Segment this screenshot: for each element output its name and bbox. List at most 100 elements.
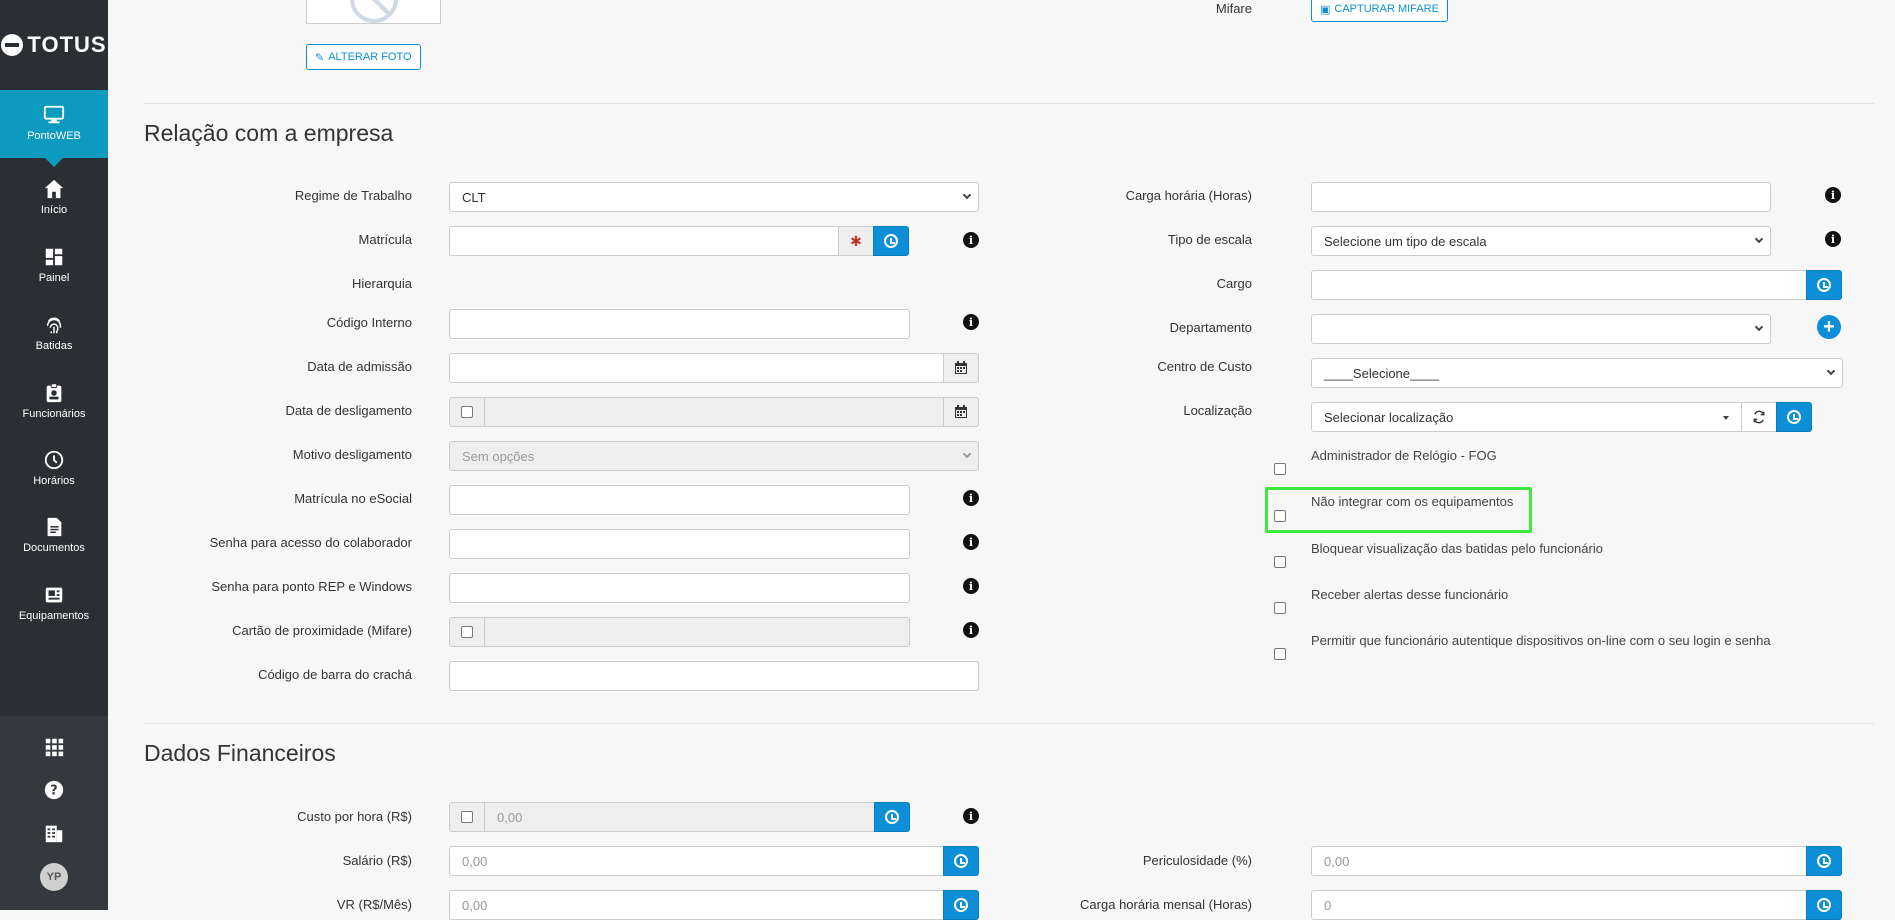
photo-placeholder-icon (350, 0, 398, 23)
sidebar-item-funcionarios[interactable]: Funcionários (0, 382, 108, 438)
add-departamento-button[interactable]: + (1817, 315, 1841, 339)
receber-alertas-checkbox[interactable] (1274, 602, 1286, 614)
permitir-autenticar-label: Permitir que funcionário autentique disp… (1311, 633, 1771, 648)
card-icon: ▣ (1320, 3, 1331, 16)
periculosidade-history-button[interactable] (1806, 846, 1842, 876)
cartao-checkbox-addon (449, 617, 485, 647)
main-content: ✎ ALTERAR FOTO Mifare ▣ CAPTURAR MIFARE … (120, 0, 1895, 920)
monitor-icon (43, 105, 65, 124)
sidebar-item-label: Início (40, 204, 68, 216)
carga-horaria-input[interactable] (1311, 182, 1771, 212)
esocial-label: Matrícula no eSocial (294, 491, 412, 506)
centro-custo-select[interactable]: ____Selecione____ (1311, 358, 1843, 388)
vr-input[interactable]: 0,00 (449, 890, 944, 920)
carga-mensal-placeholder: 0 (1324, 897, 1332, 913)
tipo-escala-label: Tipo de escala (1167, 232, 1252, 247)
senha-colaborador-info-icon[interactable]: i (963, 534, 979, 550)
sidebar-item-label: PontoWEB (27, 130, 81, 142)
sidebar-item-equipamentos[interactable]: Equipamentos (0, 584, 108, 640)
regime-label: Regime de Trabalho (294, 188, 412, 203)
departamento-select[interactable] (1311, 314, 1771, 344)
localizacao-select[interactable]: Selecionar localização (1311, 402, 1742, 432)
custo-hora-history-button[interactable] (874, 802, 910, 832)
cartao-input[interactable] (484, 617, 910, 647)
capturar-mifare-button[interactable]: ▣ CAPTURAR MIFARE (1311, 0, 1448, 22)
clock-icon (1787, 410, 1801, 424)
receber-alertas-label: Receber alertas desse funcionário (1311, 587, 1509, 602)
bloquear-visualizacao-label: Bloquear visualização das batidas pelo f… (1311, 541, 1603, 556)
sidebar-item-batidas[interactable]: Batidas (0, 314, 108, 370)
custo-hora-input[interactable]: 0,00 (484, 802, 875, 832)
refresh-icon (1753, 410, 1765, 424)
sidebar-item-label: Painel (38, 272, 70, 284)
administrador-relogio-label: Administrador de Relógio - FOG (1311, 448, 1497, 463)
esocial-input[interactable] (449, 485, 910, 515)
localizacao-history-button[interactable] (1776, 402, 1812, 432)
sidebar-item-painel[interactable]: Painel (0, 246, 108, 302)
device-icon (45, 587, 63, 603)
fingerprint-icon (46, 317, 62, 334)
periculosidade-input[interactable]: 0,00 (1311, 846, 1807, 876)
desligamento-input[interactable] (484, 397, 944, 427)
carga-horaria-info-icon[interactable]: i (1825, 187, 1841, 203)
matricula-label: Matrícula (358, 232, 412, 247)
salario-placeholder: 0,00 (462, 853, 488, 869)
chevron-down-icon (962, 449, 972, 459)
building-icon[interactable] (43, 822, 65, 844)
senha-rep-info-icon[interactable]: i (963, 578, 979, 594)
centro-custo-label: Centro de Custo (1157, 359, 1252, 374)
sidebar: TOTUS PontoWEB Início Painel Batidas Fun… (0, 0, 108, 910)
vr-placeholder: 0,00 (462, 897, 488, 913)
matricula-input[interactable] (449, 226, 839, 256)
centro-custo-value: ____Selecione____ (1324, 365, 1439, 381)
asterisk-icon: ✱ (850, 232, 862, 249)
carga-mensal-input[interactable]: 0 (1311, 890, 1807, 920)
codigo-barra-input[interactable] (449, 661, 979, 691)
cartao-info-icon[interactable]: i (963, 622, 979, 638)
cartao-label: Cartão de proximidade (Mifare) (232, 623, 412, 638)
motivo-select[interactable]: Sem opções (449, 441, 979, 471)
custo-hora-checkbox[interactable] (461, 811, 473, 823)
custo-hora-info-icon[interactable]: i (963, 808, 979, 824)
carga-mensal-history-button[interactable] (1806, 890, 1842, 920)
senha-colaborador-label: Senha para acesso do colaborador (209, 535, 412, 550)
permitir-autenticar-checkbox[interactable] (1274, 648, 1286, 660)
periculosidade-label: Periculosidade (%) (1142, 853, 1252, 868)
salario-input[interactable]: 0,00 (449, 846, 944, 876)
localizacao-refresh-button[interactable] (1741, 402, 1777, 432)
matricula-history-button[interactable] (873, 226, 909, 256)
bloquear-visualizacao-checkbox[interactable] (1274, 556, 1286, 568)
cargo-input[interactable] (1311, 270, 1807, 300)
esocial-info-icon[interactable]: i (963, 490, 979, 506)
document-icon (47, 517, 62, 537)
codigo-interno-label: Código Interno (326, 315, 412, 330)
sidebar-item-horarios[interactable]: Horários (0, 449, 108, 505)
help-icon[interactable]: ? (43, 779, 65, 801)
sidebar-item-label: Batidas (35, 340, 73, 352)
regime-select[interactable]: CLT (449, 182, 979, 212)
admissao-input[interactable] (449, 353, 944, 383)
logo-text: TOTUS (27, 32, 107, 57)
cargo-history-button[interactable] (1806, 270, 1842, 300)
tipo-escala-select[interactable]: Selecione um tipo de escala (1311, 226, 1771, 256)
senha-colaborador-input[interactable] (449, 529, 910, 559)
section-title-relacao: Relação com a empresa (144, 120, 394, 146)
sidebar-item-inicio[interactable]: Início (0, 178, 108, 234)
totus-logo[interactable]: TOTUS (0, 30, 108, 60)
section-divider (144, 103, 1874, 104)
alterar-foto-button[interactable]: ✎ ALTERAR FOTO (306, 44, 421, 70)
apps-grid-icon[interactable] (43, 736, 65, 758)
administrador-relogio-checkbox[interactable] (1274, 463, 1286, 475)
cartao-checkbox[interactable] (461, 626, 473, 638)
sidebar-item-documentos[interactable]: Documentos (0, 516, 108, 572)
avatar[interactable]: YP (40, 863, 68, 891)
cargo-label: Cargo (1216, 276, 1252, 291)
sidebar-item-pontoweb[interactable]: PontoWEB (0, 90, 108, 167)
codigo-interno-input[interactable] (449, 309, 910, 339)
tipo-escala-info-icon[interactable]: i (1825, 231, 1841, 247)
caret-down-icon (1723, 416, 1729, 420)
motivo-value: Sem opções (462, 448, 535, 464)
svg-text:?: ? (50, 784, 57, 799)
desligamento-checkbox[interactable] (461, 406, 473, 418)
senha-rep-input[interactable] (449, 573, 910, 603)
